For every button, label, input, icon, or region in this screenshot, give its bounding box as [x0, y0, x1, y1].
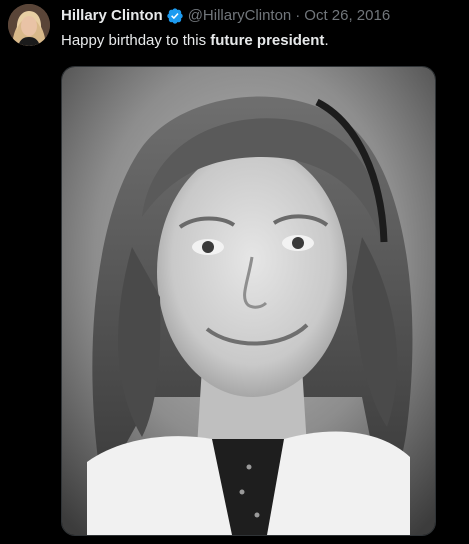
tweet-date[interactable]: Oct 26, 2016 — [304, 6, 390, 26]
author-handle[interactable]: @HillaryClinton — [188, 6, 292, 26]
tweet-header: Hillary Clinton @HillaryClinton · Oct 26… — [61, 5, 390, 27]
author-avatar[interactable] — [8, 4, 50, 46]
tweet-photo[interactable] — [61, 66, 436, 536]
tweet-text-prefix: Happy birthday to this — [61, 32, 211, 49]
header-separator: · — [295, 7, 301, 24]
avatar-portrait-icon — [8, 4, 50, 46]
tweet-text-bold: future president — [210, 32, 325, 49]
tweet-text-suffix: . — [324, 32, 329, 49]
verified-badge-icon[interactable] — [166, 7, 184, 25]
tweet-text: Happy birthday to this future president. — [61, 31, 329, 51]
author-name[interactable]: Hillary Clinton — [61, 6, 163, 26]
black-and-white-portrait-photo — [62, 67, 435, 535]
tweet[interactable]: Hillary Clinton @HillaryClinton · Oct 26… — [0, 0, 469, 544]
